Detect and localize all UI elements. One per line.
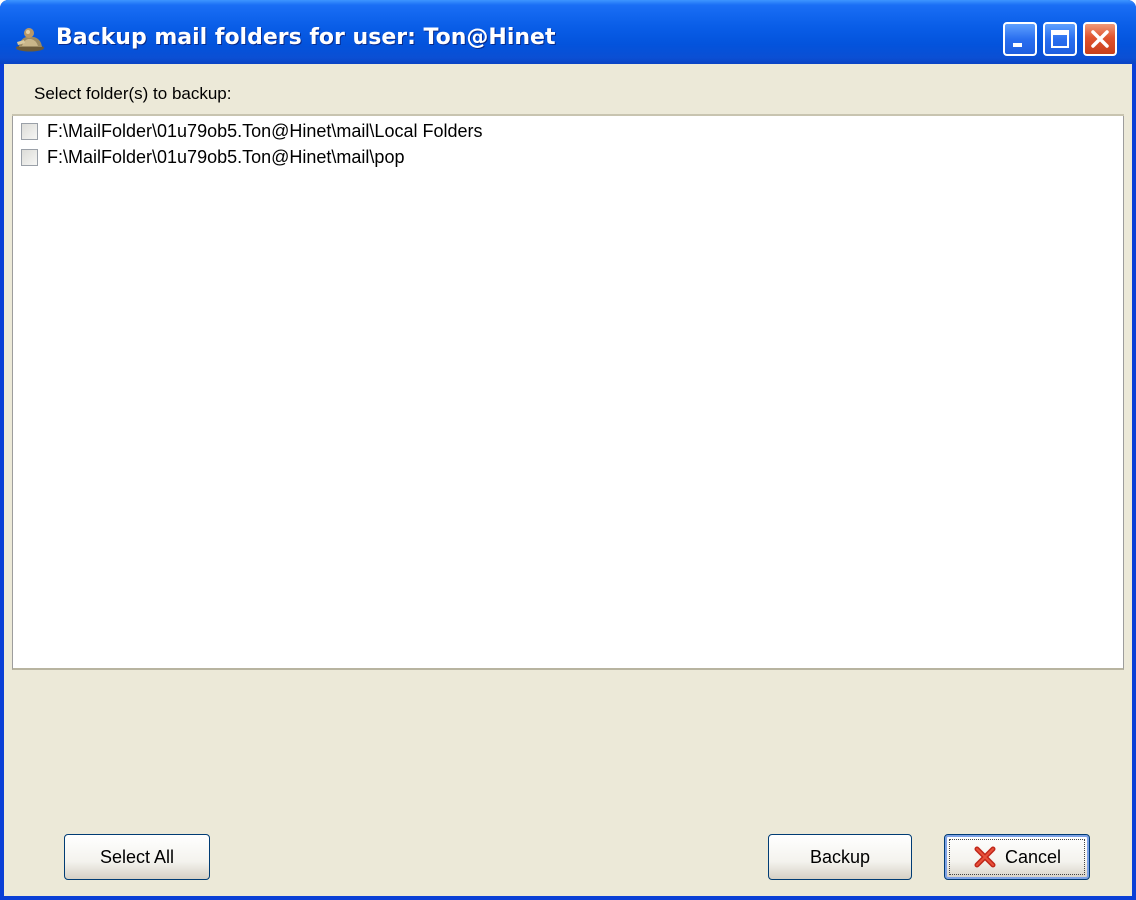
close-button[interactable] <box>1083 22 1117 56</box>
list-header: Select folder(s) to backup: <box>12 68 1124 116</box>
maximize-icon <box>1051 30 1069 48</box>
folder-checkbox[interactable] <box>21 123 38 140</box>
dialog-body: Select folder(s) to backup: F:\MailFolde… <box>4 64 1132 896</box>
backup-label: Backup <box>809 847 871 867</box>
folder-list[interactable]: F:\MailFolder\01u79ob5.Ton@Hinet\mail\Lo… <box>12 116 1124 670</box>
title-bar[interactable]: Backup mail folders for user: Ton@Hinet <box>0 0 1136 64</box>
minimize-icon <box>1013 43 1022 47</box>
folder-path: F:\MailFolder\01u79ob5.Ton@Hinet\mail\Lo… <box>47 121 483 141</box>
folder-checkbox[interactable] <box>21 149 38 166</box>
red-x-icon <box>974 846 996 868</box>
backup-button[interactable]: Backup <box>768 834 912 880</box>
backup-dialog-window: Backup mail folders for user: Ton@Hinet … <box>0 0 1136 900</box>
user-icon <box>14 26 46 52</box>
window-title: Backup mail folders for user: Ton@Hinet <box>56 25 556 50</box>
close-icon <box>1091 30 1109 48</box>
cancel-label: Cancel <box>1004 847 1062 867</box>
folder-path: F:\MailFolder\01u79ob5.Ton@Hinet\mail\po… <box>47 147 405 167</box>
maximize-button[interactable] <box>1043 22 1077 56</box>
select-all-label: Select All <box>99 847 175 867</box>
select-all-button[interactable]: Select All <box>64 834 210 880</box>
list-header-label: Select folder(s) to backup: <box>34 84 232 103</box>
cancel-button[interactable]: Cancel <box>944 834 1090 880</box>
minimize-button[interactable] <box>1003 22 1037 56</box>
